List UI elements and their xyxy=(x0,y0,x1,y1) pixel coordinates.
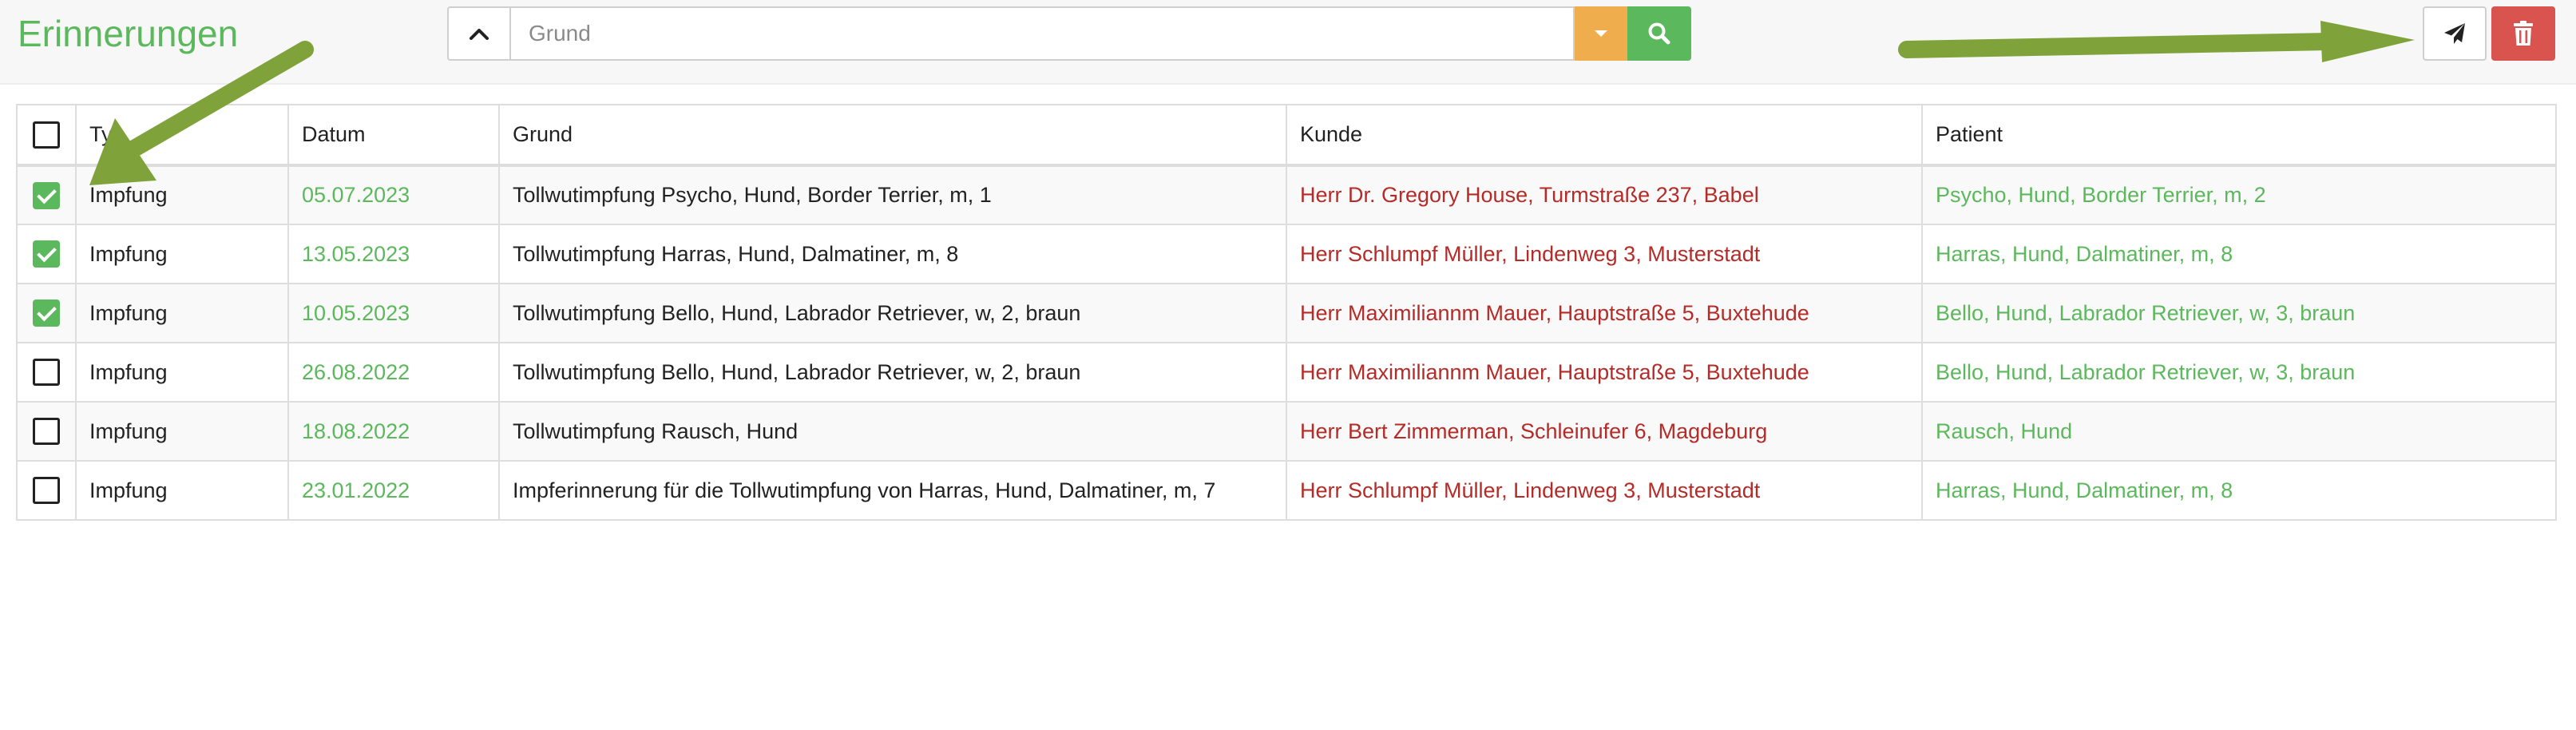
cell-kunde-link[interactable]: Herr Maximiliannm Mauer, Hauptstraße 5, … xyxy=(1286,342,1923,403)
search-icon xyxy=(1648,22,1670,45)
cell-kunde-link[interactable]: Herr Schlumpf Müller, Lindenweg 3, Muste… xyxy=(1286,224,1923,284)
top-toolbar: Erinnerungen xyxy=(0,0,2576,85)
cell-patient-link[interactable]: Harras, Hund, Dalmatiner, m, 8 xyxy=(1921,224,2557,284)
row-checkbox[interactable] xyxy=(33,359,60,386)
cell-kunde-link[interactable]: Herr Dr. Gregory House, Turmstraße 237, … xyxy=(1286,165,1923,225)
trash-icon xyxy=(2514,21,2533,46)
search-input[interactable] xyxy=(509,6,1575,61)
cell-datum: 05.07.2023 xyxy=(287,165,500,225)
column-header-datum[interactable]: Datum xyxy=(287,104,500,167)
select-all-cell xyxy=(16,104,77,167)
row-select-cell xyxy=(16,165,77,225)
cell-patient-link[interactable]: Bello, Hund, Labrador Retriever, w, 3, b… xyxy=(1921,342,2557,403)
row-checkbox[interactable] xyxy=(33,477,60,504)
row-checkbox[interactable] xyxy=(33,418,60,445)
cell-patient-link[interactable]: Bello, Hund, Labrador Retriever, w, 3, b… xyxy=(1921,283,2557,343)
paper-plane-icon xyxy=(2444,23,2465,44)
cell-patient-link[interactable]: Harras, Hund, Dalmatiner, m, 8 xyxy=(1921,460,2557,521)
table-row[interactable]: Impfung 05.07.2023 Tollwutimpfung Psycho… xyxy=(16,165,2557,225)
reminders-table-container: Typ Datum Grund Kunde Patient Impfung 05… xyxy=(16,104,2557,521)
cell-grund: Tollwutimpfung Psycho, Hund, Border Terr… xyxy=(498,165,1287,225)
cell-grund: Tollwutimpfung Rausch, Hund xyxy=(498,401,1287,462)
caret-down-icon xyxy=(1595,30,1607,37)
row-select-cell xyxy=(16,401,77,462)
cell-kunde-link[interactable]: Herr Bert Zimmerman, Schleinufer 6, Magd… xyxy=(1286,401,1923,462)
column-header-grund[interactable]: Grund xyxy=(498,104,1287,167)
reminders-table: Typ Datum Grund Kunde Patient Impfung 05… xyxy=(16,104,2557,521)
cell-typ: Impfung xyxy=(75,283,289,343)
chevron-up-icon xyxy=(470,29,489,40)
cell-typ: Impfung xyxy=(75,165,289,225)
search-group xyxy=(447,6,1691,61)
delete-button[interactable] xyxy=(2491,6,2555,61)
cell-grund: Tollwutimpfung Bello, Hund, Labrador Ret… xyxy=(498,283,1287,343)
table-row[interactable]: Impfung 10.05.2023 Tollwutimpfung Bello,… xyxy=(16,283,2557,343)
cell-datum: 26.08.2022 xyxy=(287,342,500,403)
cell-datum: 23.01.2022 xyxy=(287,460,500,521)
send-reminders-button[interactable] xyxy=(2423,6,2487,61)
row-checkbox[interactable] xyxy=(33,300,60,327)
cell-grund: Impferinnerung für die Tollwutimpfung vo… xyxy=(498,460,1287,521)
cell-typ: Impfung xyxy=(75,401,289,462)
table-row[interactable]: Impfung 26.08.2022 Tollwutimpfung Bello,… xyxy=(16,342,2557,403)
table-row[interactable]: Impfung 13.05.2023 Tollwutimpfung Harras… xyxy=(16,224,2557,284)
cell-kunde-link[interactable]: Herr Maximiliannm Mauer, Hauptstraße 5, … xyxy=(1286,283,1923,343)
search-options-dropdown-button[interactable] xyxy=(1575,6,1627,61)
cell-grund: Tollwutimpfung Bello, Hund, Labrador Ret… xyxy=(498,342,1287,403)
row-select-cell xyxy=(16,224,77,284)
cell-patient-link[interactable]: Rausch, Hund xyxy=(1921,401,2557,462)
cell-patient-link[interactable]: Psycho, Hund, Border Terrier, m, 2 xyxy=(1921,165,2557,225)
collapse-button[interactable] xyxy=(447,6,509,61)
column-header-patient[interactable]: Patient xyxy=(1921,104,2557,167)
row-checkbox[interactable] xyxy=(33,240,60,268)
table-row[interactable]: Impfung 23.01.2022 Impferinnerung für di… xyxy=(16,460,2557,521)
row-select-cell xyxy=(16,283,77,343)
cell-typ: Impfung xyxy=(75,460,289,521)
cell-typ: Impfung xyxy=(75,224,289,284)
cell-datum: 13.05.2023 xyxy=(287,224,500,284)
row-checkbox[interactable] xyxy=(33,181,60,209)
page-title: Erinnerungen xyxy=(18,13,239,54)
cell-datum: 10.05.2023 xyxy=(287,283,500,343)
table-header-row: Typ Datum Grund Kunde Patient xyxy=(16,104,2557,167)
column-header-kunde[interactable]: Kunde xyxy=(1286,104,1923,167)
row-select-cell xyxy=(16,342,77,403)
table-row[interactable]: Impfung 18.08.2022 Tollwutimpfung Rausch… xyxy=(16,401,2557,462)
cell-datum: 18.08.2022 xyxy=(287,401,500,462)
cell-kunde-link[interactable]: Herr Schlumpf Müller, Lindenweg 3, Muste… xyxy=(1286,460,1923,521)
search-button[interactable] xyxy=(1627,6,1691,61)
column-header-typ[interactable]: Typ xyxy=(75,104,289,167)
cell-typ: Impfung xyxy=(75,342,289,403)
row-select-cell xyxy=(16,460,77,521)
cell-grund: Tollwutimpfung Harras, Hund, Dalmatiner,… xyxy=(498,224,1287,284)
select-all-checkbox[interactable] xyxy=(33,121,60,149)
